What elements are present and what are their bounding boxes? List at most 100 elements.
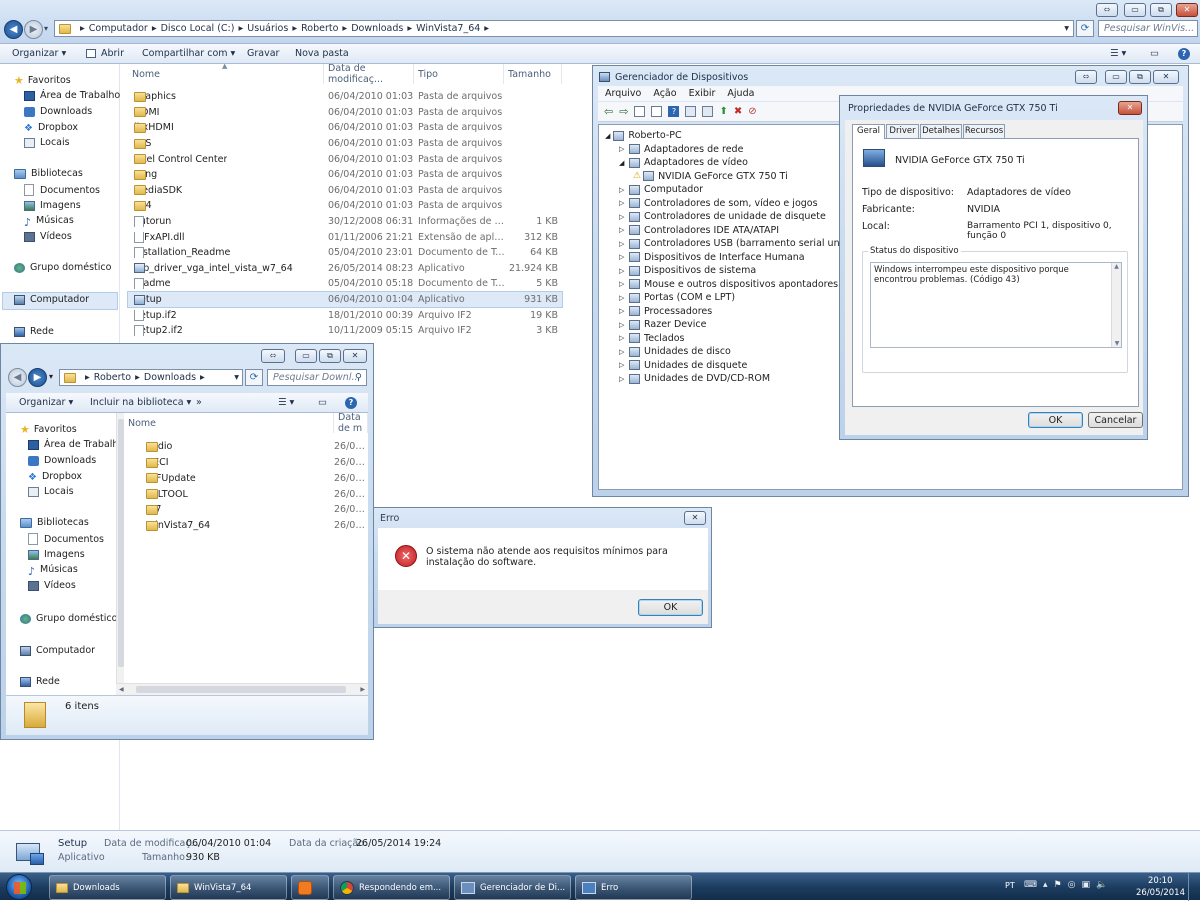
search-input[interactable]: Pesquisar WinVis...	[1098, 20, 1198, 37]
tree-item[interactable]: ◢ Adaptadores de vídeo	[619, 157, 748, 168]
tree-item[interactable]: ▷ Controladores USB (barramento serial un…	[619, 238, 875, 249]
nav-music[interactable]: ♪ Músicas	[28, 564, 78, 578]
file-row[interactable]: Lang06/04/2010 01:03Pasta de arquivos	[128, 167, 562, 183]
taskbar-btn-winvista[interactable]: WinVista7_64	[170, 875, 287, 900]
nav-images[interactable]: Imagens	[28, 549, 85, 560]
downloads-hscrollbar[interactable]: ◀ ▶	[116, 683, 368, 695]
status-textbox[interactable]: Windows interrompeu este dispositivo por…	[870, 262, 1122, 348]
nav-videos[interactable]: Vídeos	[28, 580, 76, 591]
folder-row[interactable]: HECI26/05/20	[124, 455, 368, 471]
nav-homegroup[interactable]: Grupo doméstico	[20, 613, 117, 624]
folder-row[interactable]: audio26/05/20	[124, 439, 368, 455]
downloads-address-bar[interactable]: ▸ Roberto ▸ Downloads ▸ ▾	[59, 369, 243, 386]
tree-item[interactable]: ▷ Unidades de disquete	[619, 360, 747, 371]
tree-item[interactable]: ▷ Controladores IDE ATA/ATAPI	[619, 225, 779, 236]
tree-item[interactable]: ⚠ NVIDIA GeForce GTX 750 Ti	[633, 171, 788, 182]
enable-device-icon[interactable]: ⬆	[719, 106, 727, 117]
downloads-close-button[interactable]: ✕	[343, 349, 367, 363]
downloads-maximize-button[interactable]: ⧉	[319, 349, 341, 363]
taskbar-btn-downloads[interactable]: Downloads	[49, 875, 166, 900]
downloads-back-button[interactable]: ◀	[8, 368, 27, 387]
folder-row[interactable]: W726/05/20	[124, 502, 368, 518]
view-options-icon[interactable]: ☰ ▾	[278, 393, 294, 412]
nav-downloads[interactable]: Downloads	[24, 106, 92, 117]
taskbar-btn-chrome[interactable]: Respondendo em...	[333, 875, 450, 900]
tree-item[interactable]: ▷ Unidades de disco	[619, 346, 731, 357]
forward-arrow-icon[interactable]: ⇨	[619, 105, 628, 118]
preview-pane-icon[interactable]: ▭	[1150, 44, 1159, 63]
refresh-button[interactable]: ⟳	[1076, 20, 1094, 37]
tree-item[interactable]: ▷ Teclados	[619, 333, 685, 344]
downloads-organize-button[interactable]: Organizar ▾	[19, 393, 73, 412]
expand-arrow-icon[interactable]: ▷	[619, 226, 626, 234]
nav-homegroup[interactable]: Grupo doméstico	[14, 262, 111, 273]
column-header-size[interactable]: Tamanho	[504, 64, 562, 84]
file-row[interactable]: Installation_Readme 05/04/2010 23:01 Docum…	[128, 245, 562, 261]
expand-arrow-icon[interactable]: ▷	[619, 199, 626, 207]
tree-item[interactable]: ▷ Portas (COM e LPT)	[619, 292, 735, 303]
nav-videos[interactable]: Vídeos	[24, 231, 72, 242]
file-row[interactable]: MediaSDK 06/04/2010 01:03 Pasta de arquivo…	[128, 183, 562, 199]
breadcrumb-users[interactable]: Usuários	[247, 23, 288, 34]
start-button[interactable]	[6, 874, 32, 900]
nav-dropbox[interactable]: ❖ Dropbox	[24, 122, 78, 134]
tree-item[interactable]: ▷ Dispositivos de Interface Humana	[619, 252, 805, 263]
file-row[interactable]: ibxHDMI 06/04/2010 01:03 Pasta de arquivos	[128, 120, 562, 136]
folder-row[interactable]: WinVista7_6426/05/20	[124, 518, 368, 534]
expand-arrow-icon[interactable]: ▷	[619, 361, 626, 369]
history-dropdown[interactable]: ▾	[44, 24, 48, 33]
file-row[interactable]: readme 05/04/2010 05:18 Documento de Te...…	[128, 276, 562, 292]
tree-item[interactable]: ▷ Computador	[619, 184, 703, 195]
file-row[interactable]: IIPS06/04/2010 01:03Pasta de arquivos	[128, 136, 562, 152]
share-button[interactable]: Compartilhar com ▾	[142, 44, 235, 63]
nav-downloads[interactable]: Downloads	[28, 455, 96, 466]
network-tray-icon[interactable]: ◎	[1068, 880, 1076, 890]
taskbar-btn-error[interactable]: Erro	[575, 875, 692, 900]
file-row[interactable]: HDMI 06/04/2010 01:03 Pasta de arquivos	[128, 105, 562, 121]
nav-favorites[interactable]: ★ Favoritos	[14, 74, 71, 87]
tree-item[interactable]: ▷ Processadores	[619, 306, 712, 317]
keyboard-icon[interactable]: ⌨	[1024, 880, 1037, 890]
nav-computer[interactable]: Computador	[14, 294, 89, 305]
nav-images[interactable]: Imagens	[24, 200, 81, 211]
show-hidden-icons[interactable]: ▴	[1043, 880, 1048, 890]
nav-network[interactable]: Rede	[14, 326, 54, 337]
help-icon[interactable]: ?	[1178, 44, 1190, 63]
maximize-button[interactable]: ⧉	[1150, 3, 1172, 17]
back-arrow-icon[interactable]: ⇦	[604, 105, 613, 118]
error-dialog-close-button[interactable]: ✕	[684, 511, 706, 525]
nav-documents[interactable]: Documentos	[28, 533, 104, 545]
preview-pane-icon[interactable]: ▭	[318, 393, 327, 412]
burn-button[interactable]: Gravar	[247, 44, 279, 63]
properties-ok-button[interactable]: OK	[1028, 412, 1083, 428]
nav-dropbox[interactable]: ❖ Dropbox	[28, 471, 82, 483]
tree-item[interactable]: ▷ Mouse e outros dispositivos apontadores	[619, 279, 838, 290]
tab-driver[interactable]: Driver	[886, 124, 919, 138]
flag-icon[interactable]: ⚑	[1054, 880, 1062, 890]
tree-item[interactable]: ▷ Adaptadores de rede	[619, 144, 743, 155]
disable-device-icon[interactable]: ⊘	[748, 106, 756, 117]
new-folder-button[interactable]: Nova pasta	[295, 44, 349, 63]
minimize-button[interactable]: ⬄	[1096, 3, 1118, 17]
show-desktop-button[interactable]	[1188, 873, 1200, 901]
expand-arrow-icon[interactable]: ▷	[619, 253, 626, 261]
device-manager-minimize-button[interactable]: ▭	[1105, 70, 1127, 84]
downloads-search-input[interactable]: Pesquisar Downl... ⚲	[267, 369, 367, 386]
expand-arrow-icon[interactable]: ▷	[619, 267, 626, 275]
nav-favorites[interactable]: ★ Favoritos	[20, 423, 77, 436]
expand-arrow-icon[interactable]: ▷	[619, 375, 626, 383]
file-row[interactable]: x6406/04/2010 01:03Pasta de arquivos	[128, 198, 562, 214]
downloads-forward-button[interactable]: ▶	[28, 368, 47, 387]
back-button[interactable]: ◀	[4, 20, 23, 39]
expand-arrow-icon[interactable]: ▷	[619, 334, 626, 342]
folder-row[interactable]: RTLTOOL26/05/20	[124, 486, 368, 502]
clock-date[interactable]: 26/05/2014	[1136, 888, 1185, 898]
collapse-arrow-icon[interactable]: ◢	[619, 159, 626, 167]
update-driver-icon[interactable]	[702, 106, 714, 117]
nav-places[interactable]: Locais	[28, 486, 74, 497]
tree-root[interactable]: ◢ Roberto-PC	[605, 130, 682, 141]
expand-arrow-icon[interactable]: ▷	[619, 321, 626, 329]
list-icon[interactable]	[651, 106, 663, 117]
expand-arrow-icon[interactable]: ▷	[619, 294, 626, 302]
nav-music[interactable]: ♪ Músicas	[24, 215, 74, 229]
